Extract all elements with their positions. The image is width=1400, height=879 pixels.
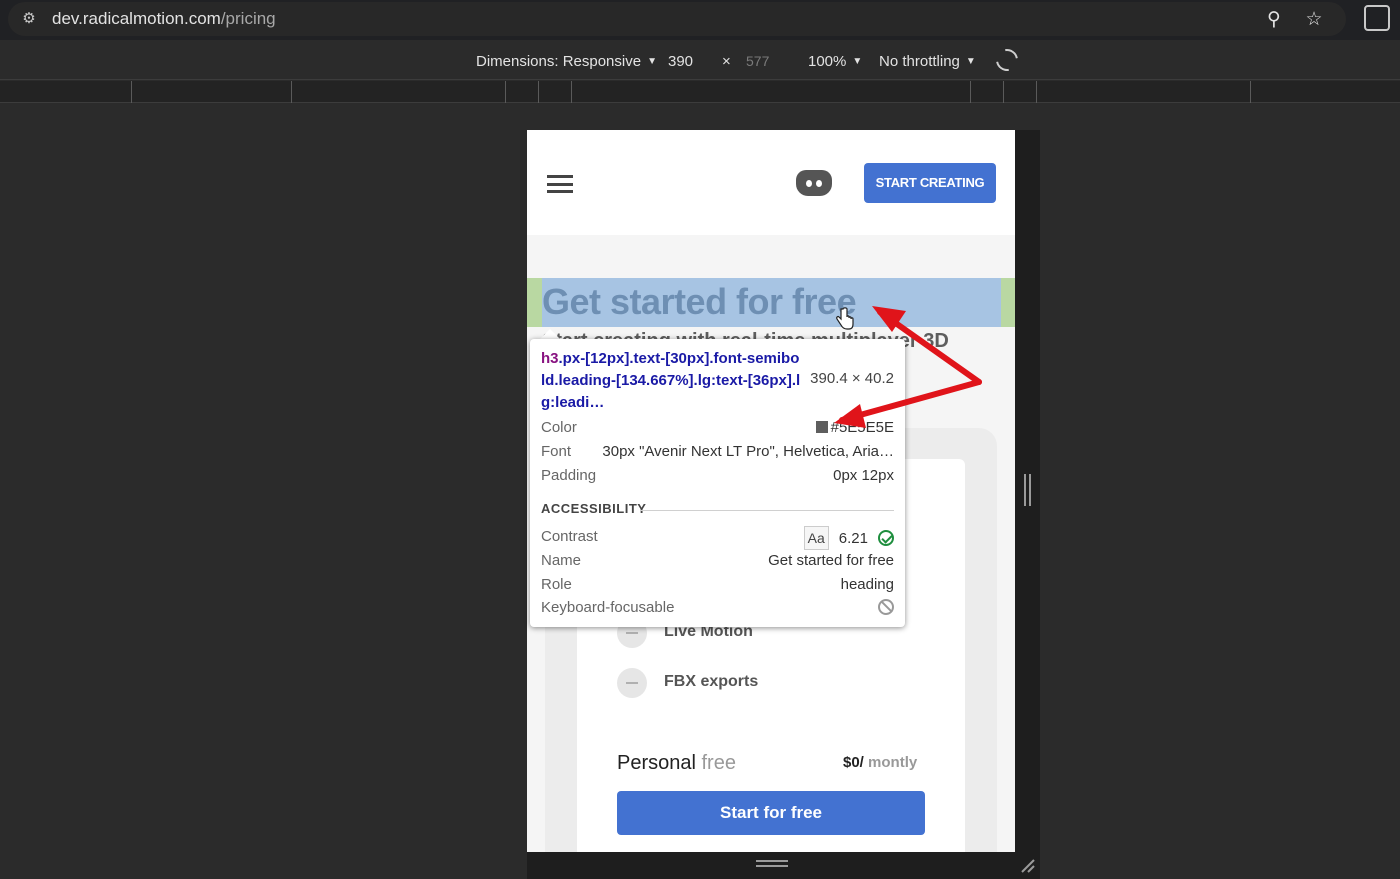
plan-name: Personal free bbox=[617, 752, 736, 775]
start-creating-button[interactable]: START CREATING bbox=[864, 163, 996, 203]
color-row: Color #5E5E5E bbox=[541, 417, 894, 439]
tune-icon[interactable]: ⚙ bbox=[18, 8, 40, 30]
resize-grip-icon[interactable] bbox=[756, 860, 788, 867]
inspect-tooltip: h3.px-[12px].text-[30px].font-semibold.l… bbox=[530, 339, 905, 627]
url-host: dev.radicalmotion.com bbox=[52, 9, 221, 28]
dimensions-dropdown[interactable]: Dimensions: Responsive ▼ bbox=[476, 53, 657, 70]
hand-pointer-icon bbox=[836, 307, 854, 330]
media-query-ruler[interactable] bbox=[0, 81, 1400, 103]
section-divider bbox=[640, 510, 894, 511]
keyboard-row: Keyboard-focusable bbox=[541, 597, 894, 619]
name-value: Get started for free bbox=[768, 552, 894, 569]
color-label: Color bbox=[541, 419, 577, 436]
price-unit: montly bbox=[868, 754, 918, 771]
ruler-tick bbox=[970, 81, 971, 103]
not-allowed-icon bbox=[878, 599, 894, 615]
caret-down-icon: ▼ bbox=[965, 56, 976, 67]
role-value: heading bbox=[840, 576, 894, 593]
role-row: Role heading bbox=[541, 574, 894, 596]
ruler-tick bbox=[505, 81, 506, 103]
keyboard-label: Keyboard-focusable bbox=[541, 599, 675, 616]
contrast-value: Aa 6.21 bbox=[803, 526, 894, 550]
plan-title: Personal bbox=[617, 752, 696, 774]
element-tag: h3 bbox=[541, 350, 559, 367]
element-classes: .px-[12px].text-[30px].font-semibold.lea… bbox=[541, 350, 801, 411]
discord-icon[interactable] bbox=[796, 170, 832, 196]
device-toolbar: Dimensions: Responsive ▼ 390 × 577 100% ▼ … bbox=[0, 40, 1400, 80]
plan-tier: free bbox=[701, 752, 736, 774]
name-row: Name Get started for free bbox=[541, 550, 894, 572]
plan-price: $0/ montly bbox=[843, 754, 917, 771]
puzzle-icon[interactable] bbox=[1364, 5, 1390, 31]
contrast-ratio: 6.21 bbox=[838, 530, 868, 547]
star-icon[interactable]: ☆ bbox=[1302, 8, 1326, 32]
minus-circle-icon bbox=[617, 668, 647, 698]
hero-title: Get started for free bbox=[542, 281, 857, 322]
padding-row: Padding 0px 12px bbox=[541, 465, 894, 487]
height-input[interactable]: 577 bbox=[746, 53, 769, 69]
throttling-label: No throttling bbox=[879, 53, 960, 70]
ruler-tick bbox=[291, 81, 292, 103]
contrast-aa: Aa bbox=[803, 526, 829, 550]
ruler-tick bbox=[571, 81, 572, 103]
site-nav: START CREATING bbox=[527, 130, 1015, 235]
check-circle-icon bbox=[878, 530, 894, 546]
padding-label: Padding bbox=[541, 467, 597, 484]
tooltip-arrow bbox=[540, 329, 560, 339]
name-label: Name bbox=[541, 552, 582, 569]
color-value: #5E5E5E bbox=[815, 417, 894, 439]
width-input[interactable]: 390 bbox=[668, 53, 693, 70]
times-sign: × bbox=[722, 53, 731, 70]
browser-address-row: ⚙ dev.radicalmotion.com/pricing ⚲ ☆ bbox=[0, 0, 1400, 40]
throttling-dropdown[interactable]: No throttling ▼ bbox=[879, 53, 976, 70]
hamburger-icon[interactable] bbox=[547, 175, 573, 193]
resize-grip-icon[interactable] bbox=[1024, 474, 1031, 506]
ruler-tick bbox=[1003, 81, 1004, 103]
url-path: /pricing bbox=[220, 9, 276, 28]
color-hex: #5E5E5E bbox=[830, 419, 894, 436]
magnifier-icon[interactable]: ⚲ bbox=[1262, 8, 1286, 32]
dimensions-label: Dimensions: Responsive bbox=[476, 53, 642, 70]
caret-down-icon: ▼ bbox=[647, 56, 657, 67]
ruler-tick bbox=[131, 81, 132, 103]
font-value: 30px "Avenir Next LT Pro", Helvetica, Ar… bbox=[602, 443, 894, 460]
keyboard-value bbox=[878, 597, 894, 619]
contrast-label: Contrast bbox=[541, 528, 598, 545]
font-label: Font bbox=[541, 443, 572, 460]
zoom-label: 100% bbox=[808, 53, 847, 70]
start-for-free-button[interactable]: Start for free bbox=[617, 791, 925, 835]
ruler-tick bbox=[1036, 81, 1037, 103]
zoom-dropdown[interactable]: 100% ▼ bbox=[808, 53, 862, 70]
element-selector: h3.px-[12px].text-[30px].font-semibold.l… bbox=[541, 348, 801, 414]
rotate-icon[interactable] bbox=[991, 44, 1023, 76]
price-value: $0/ bbox=[843, 754, 864, 771]
ruler-tick bbox=[1250, 81, 1251, 103]
address-bar[interactable]: ⚙ dev.radicalmotion.com/pricing ⚲ ☆ bbox=[8, 2, 1346, 36]
url-text[interactable]: dev.radicalmotion.com/pricing bbox=[52, 9, 276, 29]
element-size: 390.4 × 40.2 bbox=[810, 370, 894, 387]
color-swatch bbox=[815, 421, 828, 433]
padding-value: 0px 12px bbox=[833, 467, 894, 484]
caret-down-icon: ▼ bbox=[852, 56, 863, 67]
accessibility-header: ACCESSIBILITY bbox=[541, 501, 647, 516]
font-row: Font 30px "Avenir Next LT Pro", Helvetic… bbox=[541, 441, 894, 463]
role-label: Role bbox=[541, 576, 572, 593]
corner-resize-icon[interactable] bbox=[1018, 856, 1036, 874]
feature-label: FBX exports bbox=[664, 673, 759, 690]
ruler-tick bbox=[538, 81, 539, 103]
contrast-row: Contrast Aa 6.21 bbox=[541, 526, 894, 550]
